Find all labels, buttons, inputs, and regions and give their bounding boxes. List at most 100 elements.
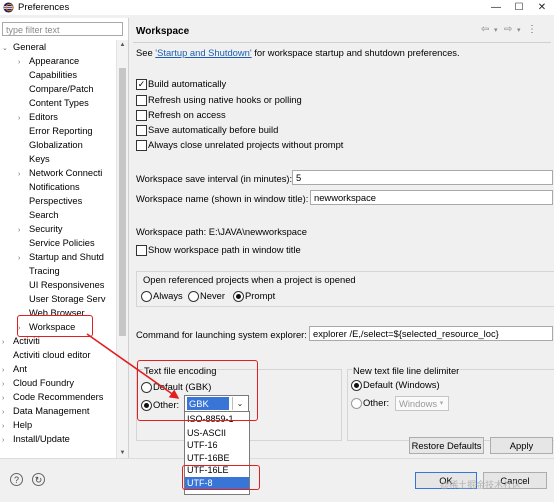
tree-item-label: Install/Update <box>13 434 70 444</box>
tree-item-label: Data Management <box>13 406 90 416</box>
refresh-on-access-checkbox[interactable] <box>136 110 147 121</box>
tree-item-data-management[interactable]: › Data Management <box>2 404 90 418</box>
tree-item-label: Error Reporting <box>29 126 93 136</box>
tree-item-search[interactable]: Search <box>18 208 58 222</box>
minimize-icon[interactable]: — <box>485 0 507 15</box>
back-arrow-icon[interactable]: ⇦ <box>481 24 489 35</box>
other-delimiter-radio[interactable] <box>351 398 362 409</box>
tree-item-general[interactable]: ⌄ General <box>2 40 46 54</box>
tree-item-ui-responsivenes[interactable]: UI Responsivenes <box>18 278 104 292</box>
tree-item-label: Activiti <box>13 336 40 346</box>
apply-button[interactable]: Apply <box>490 437 553 454</box>
startup-shutdown-link[interactable]: 'Startup and Shutdown' <box>155 47 251 58</box>
refresh-on-access-label: Refresh on access <box>148 109 226 120</box>
preference-tree-pane: type filter text ⌄ General › Appearance Capa… <box>0 18 129 458</box>
open-referenced-title: Open referenced projects when a project … <box>143 274 356 285</box>
tree-item-label: Notifications <box>29 182 80 192</box>
tree-item-ant[interactable]: › Ant <box>2 362 27 376</box>
forward-arrow-icon[interactable]: ⇨ <box>504 24 512 35</box>
show-path-label: Show workspace path in window title <box>148 244 301 255</box>
close-icon[interactable]: ✕ <box>531 0 553 15</box>
close-unrelated-checkbox[interactable] <box>136 140 147 151</box>
import-export-icon[interactable]: ↻ <box>32 473 45 486</box>
tree-item-notifications[interactable]: Notifications <box>18 180 80 194</box>
tree-item-label: Content Types <box>29 98 89 108</box>
tree-item-error-reporting[interactable]: Error Reporting <box>18 124 93 138</box>
tree-item-cloud-foundry[interactable]: › Cloud Foundry <box>2 376 74 390</box>
system-explorer-field[interactable]: explorer /E,/select=${selected_resource_… <box>309 326 553 341</box>
close-unrelated-label: Always close unrelated projects without … <box>148 139 344 150</box>
maximize-icon[interactable]: ☐ <box>508 0 530 15</box>
encoding-option-utf-16be[interactable]: UTF-16BE <box>187 452 230 464</box>
tree-item-capabilities[interactable]: Capabilities <box>18 68 77 82</box>
save-interval-field[interactable]: 5 <box>292 170 553 185</box>
save-before-build-checkbox[interactable] <box>136 125 147 136</box>
save-before-build-label: Save automatically before build <box>148 124 279 135</box>
tree-item-label: General <box>13 42 47 52</box>
chevron-right-icon[interactable]: › <box>2 434 10 448</box>
show-path-checkbox[interactable] <box>136 245 147 256</box>
watermark: @稀土掘金技术社区 <box>440 480 522 490</box>
build-automatically-checkbox[interactable]: ✓ <box>136 79 147 90</box>
scroll-thumb[interactable] <box>119 68 126 336</box>
help-icon[interactable]: ? <box>10 473 23 486</box>
tree-item-tracing[interactable]: Tracing <box>18 264 60 278</box>
refresh-native-label: Refresh using native hooks or polling <box>148 94 302 105</box>
workspace-name-label: Workspace name (shown in window title): <box>136 193 309 204</box>
tree-item-label: Help <box>13 420 33 430</box>
filter-input[interactable]: type filter text <box>2 22 123 36</box>
view-menu-icon[interactable]: ⋮ <box>527 24 537 35</box>
tree-item-install-update[interactable]: › Install/Update <box>2 432 70 446</box>
tree-item-perspectives[interactable]: Perspectives <box>18 194 82 208</box>
tree-item-label: Startup and Shutd <box>29 252 104 262</box>
tree-item-label: Compare/Patch <box>29 84 94 94</box>
workspace-path-value: E:\JAVA\newworkspace <box>208 226 307 237</box>
tree-item-security[interactable]: › Security <box>18 222 63 236</box>
tree-item-startup-and-shutd[interactable]: › Startup and Shutd <box>18 250 104 264</box>
prompt-label: Prompt <box>245 290 276 301</box>
annotation-box-workspace <box>17 315 93 337</box>
title-bar: Preferences — ☐ ✕ <box>0 0 554 15</box>
tree-scrollbar[interactable]: ▲ ▼ <box>116 40 128 458</box>
default-delimiter-radio[interactable] <box>351 380 362 391</box>
tree-item-label: UI Responsivenes <box>29 280 105 290</box>
always-radio[interactable] <box>141 291 152 302</box>
restore-defaults-button[interactable]: Restore Defaults <box>409 437 484 454</box>
system-explorer-label: Command for launching system explorer: <box>136 329 307 340</box>
tree-item-keys[interactable]: Keys <box>18 152 50 166</box>
always-label: Always <box>153 290 183 301</box>
tree-item-compare-patch[interactable]: Compare/Patch <box>18 82 94 96</box>
tree-item-user-storage-serv[interactable]: User Storage Serv <box>18 292 105 306</box>
scroll-up-icon[interactable]: ▲ <box>117 40 128 50</box>
tree-item-content-types[interactable]: Content Types <box>18 96 89 110</box>
refresh-native-checkbox[interactable] <box>136 95 147 106</box>
tree-item-service-policies[interactable]: Service Policies <box>18 236 95 250</box>
prompt-radio[interactable] <box>233 291 244 302</box>
scroll-down-icon[interactable]: ▼ <box>117 448 128 458</box>
tree-item-label: Capabilities <box>29 70 78 80</box>
tree-item-label: Search <box>29 210 59 220</box>
encoding-option-us-ascii[interactable]: US-ASCII <box>187 427 226 439</box>
tree-item-help[interactable]: › Help <box>2 418 32 432</box>
tree-item-label: Code Recommenders <box>13 392 104 402</box>
tree-item-label: Security <box>29 224 63 234</box>
never-radio[interactable] <box>188 291 199 302</box>
tree-item-globalization[interactable]: Globalization <box>18 138 83 152</box>
tree-item-editors[interactable]: › Editors <box>18 110 58 124</box>
page-title: Workspace <box>136 26 190 37</box>
forward-dropdown-icon[interactable]: ▾ <box>517 26 521 34</box>
encoding-option-utf-16[interactable]: UTF-16 <box>187 439 218 451</box>
tree-item-label: Activiti cloud editor <box>13 350 91 360</box>
back-dropdown-icon[interactable]: ▾ <box>494 26 498 34</box>
tree-item-network-connecti[interactable]: › Network Connecti <box>18 166 102 180</box>
tree-item-code-recommenders[interactable]: › Code Recommenders <box>2 390 103 404</box>
tree-item-appearance[interactable]: › Appearance <box>18 54 79 68</box>
line-delimiter-combo[interactable]: Windows ▾ <box>395 396 449 411</box>
annotation-box-utf8 <box>182 465 260 490</box>
chevron-down-icon[interactable]: ⌄ <box>2 42 10 56</box>
never-label: Never <box>200 290 226 301</box>
tree-item-activiti-cloud-editor[interactable]: Activiti cloud editor <box>2 348 91 362</box>
workspace-name-field[interactable]: newworkspace <box>310 190 553 205</box>
other-delimiter-label: Other: <box>363 397 390 408</box>
preference-tree: ⌄ General › Appearance Capabilities Compare/P… <box>0 40 116 458</box>
